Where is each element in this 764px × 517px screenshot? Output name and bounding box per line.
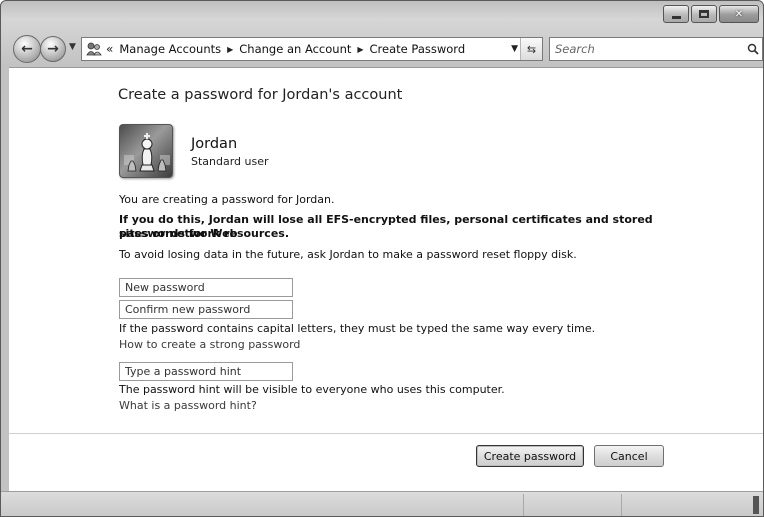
password-hint-field[interactable] (119, 362, 293, 381)
chevron-right-icon[interactable]: ▶ (227, 45, 233, 54)
case-sensitivity-note: If the password contains capital letters… (119, 322, 596, 335)
breadcrumb-create-password[interactable]: Create Password (370, 42, 466, 56)
minimize-icon (671, 15, 681, 19)
refresh-icon: ⇆ (526, 42, 537, 56)
navigation-bar: ← → ▼ « Manage Accounts ▶ Change an Acco… (9, 34, 763, 64)
address-dropdown-icon[interactable]: ▼ (511, 44, 518, 54)
warning-text-line2: sites or network resources. (119, 227, 290, 240)
user-name: Jordan (191, 136, 238, 152)
maximize-icon (699, 10, 709, 18)
cancel-button[interactable]: Cancel (594, 445, 664, 467)
recent-pages-dropdown[interactable]: ▼ (69, 42, 76, 52)
user-accounts-icon (86, 41, 102, 57)
user-picture (119, 124, 173, 178)
info-text: You are creating a password for Jordan. (119, 193, 335, 206)
status-bar (1, 491, 763, 516)
explorer-window: ✕ ← → ▼ « Manage Accounts ▶ Change an Ac… (0, 0, 764, 517)
page-title: Create a password for Jordan's account (118, 87, 403, 103)
chevron-right-icon[interactable]: ▶ (357, 45, 363, 54)
forward-arrow-icon: → (47, 41, 59, 57)
refresh-button[interactable]: ⇆ (520, 38, 542, 60)
breadcrumb-overflow[interactable]: « (106, 42, 113, 56)
maximize-button[interactable] (691, 5, 717, 23)
resize-grip-icon[interactable] (753, 496, 759, 514)
status-divider (523, 494, 524, 516)
strong-password-link[interactable]: How to create a strong password (119, 338, 300, 351)
password-hint-help-link[interactable]: What is a password hint? (119, 399, 257, 412)
address-bar[interactable]: « Manage Accounts ▶ Change an Account ▶ … (81, 37, 543, 61)
new-password-field[interactable] (119, 278, 293, 297)
breadcrumb-change-account[interactable]: Change an Account (239, 42, 351, 56)
back-arrow-icon: ← (21, 41, 33, 57)
forward-button[interactable]: → (40, 36, 66, 62)
user-account-type: Standard user (191, 155, 269, 168)
search-icon[interactable] (744, 40, 762, 58)
hint-visibility-note: The password hint will be visible to eve… (119, 383, 505, 396)
content-pane: Create a password for Jordan's account J… (9, 67, 763, 491)
close-icon: ✕ (734, 8, 744, 20)
search-box[interactable] (549, 37, 763, 61)
create-password-button[interactable]: Create password (476, 445, 584, 467)
back-button[interactable]: ← (13, 35, 41, 63)
status-divider (621, 494, 622, 516)
chess-piece-icon (124, 133, 170, 172)
minimize-button[interactable] (663, 5, 689, 23)
advice-text: To avoid losing data in the future, ask … (119, 248, 577, 261)
search-input[interactable] (555, 39, 744, 59)
caption-buttons: ✕ (663, 5, 759, 23)
breadcrumb-manage-accounts[interactable]: Manage Accounts (119, 42, 221, 56)
close-button[interactable]: ✕ (719, 5, 759, 23)
button-separator (9, 433, 763, 434)
confirm-password-field[interactable] (119, 300, 293, 319)
